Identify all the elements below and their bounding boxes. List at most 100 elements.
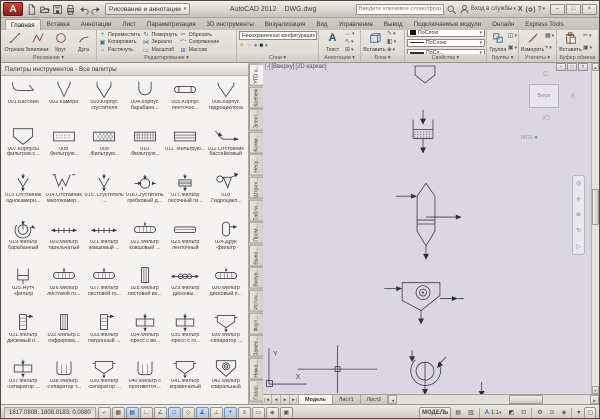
attribute-button[interactable]: ◈▾ [387,47,396,54]
model-space-button[interactable]: МОДЕЛЬ [419,407,451,419]
cut-button[interactable]: ✂▾ [583,33,592,40]
panel-layers-label[interactable]: Слои ▾ [237,54,318,62]
panel-annotation-label[interactable]: Аннотации ▾ [319,54,360,62]
ribbon-tab-3[interactable]: Аннотации [76,19,117,30]
copy-button[interactable]: ▣Копировать [99,39,140,47]
palette-item[interactable]: 030.Фильтр дисковый п... [206,263,247,310]
communication-center-button[interactable] [525,4,536,15]
palette-tab-8[interactable]: Пром... [249,222,263,244]
viewcube-north[interactable]: С [543,71,548,78]
close-button[interactable]: × [582,4,597,15]
ribbon-tab-2[interactable]: Вставка [42,19,75,30]
table-button[interactable]: ⊞▾ [345,47,355,54]
scale-button[interactable]: ▭Масштаб [142,46,177,54]
palette-tab-9[interactable]: Выно... [249,245,263,267]
palette-item[interactable]: 005.Корпус ленточно... [165,77,206,124]
block-edit-button[interactable]: ✎▾ [387,31,396,38]
tab-layout2[interactable]: Лист2 [361,395,389,404]
layout-nav-4[interactable]: ►| [290,395,299,404]
palette-item[interactable]: 031.Фильтр дисковый п... [3,310,44,357]
exchange-apps-button[interactable]: X [518,6,523,13]
palette-item[interactable]: 017.Фильтр песочный ги... [165,170,206,217]
dimension-button[interactable]: ↔▾ [345,31,355,38]
layout-nav-3[interactable]: ► [281,395,290,404]
group-edit-button[interactable]: ▣▾ [508,45,517,52]
search-input[interactable] [356,4,444,15]
ribbon-tab-7[interactable]: Визуализация [260,19,311,30]
quick-view-layouts-button[interactable]: ▥ [465,407,477,419]
chevron-down-icon[interactable]: ▾ [265,43,268,49]
selection-cycling-toggle[interactable]: ▣ [280,407,293,419]
palette-tab-1[interactable]: УГО о... [249,64,263,86]
ribbon-tab-8[interactable]: Вид [311,19,332,30]
scroll-right-arrow[interactable]: ► [590,395,599,404]
vertical-scrollbar[interactable]: ▲ ▼ [591,63,599,394]
ortho-toggle[interactable]: ∟ [140,407,153,419]
ribbon-tab-4[interactable]: Лист [118,19,141,30]
scroll-down-arrow[interactable]: ▼ [592,386,599,394]
viewport-view[interactable]: [Вверху] [271,64,294,70]
symbol-spiral-filter[interactable] [384,283,464,325]
palette-tab-6[interactable]: Штрих... [249,177,263,199]
viewcube-face[interactable]: Верх [529,84,559,108]
palette-item[interactable]: 004.Корпус барабанн... [125,77,166,124]
viewcube-south[interactable]: Ю [543,115,550,122]
palette-tab-5[interactable]: Несу... [249,154,263,176]
doc-minimize-button[interactable]: – [556,63,566,71]
model-space-button[interactable]: ▤ [452,407,464,419]
palette-tab-13[interactable]: Замес... [249,335,263,357]
qat-undo-button[interactable] [77,3,90,16]
text-button[interactable]: А Текст [321,31,344,54]
palette-tab-2[interactable]: Крепеж [249,87,263,109]
qat-new-button[interactable] [25,3,38,16]
palette-item[interactable]: 026.Фильтр листовой го... [44,263,85,310]
hardware-accel-button[interactable]: ◈ [559,407,570,419]
tpy-toggle[interactable]: ▭ [252,407,265,419]
otrack-toggle[interactable]: ∡ [196,407,209,419]
palette-item[interactable]: 006.Корпус гидроциклона [206,77,247,124]
symbol-drum-filter[interactable] [409,350,446,394]
help-button[interactable]: ? ▾ [538,6,545,13]
search-icon[interactable] [446,4,457,15]
rotate-button[interactable]: ↻Повернуть [142,31,177,39]
stretch-button[interactable]: ↔Растянуть [99,46,140,54]
snap-toggle[interactable]: ▦ [112,407,125,419]
quick-calc-button[interactable]: ▦▾ [545,33,554,40]
viewcube[interactable]: С Верх В Ю МСК ▾ [519,71,577,171]
leader-button[interactable]: ↖▾ [345,39,355,46]
layout-nav-2[interactable]: ◄ [272,395,281,404]
lock-ui-button[interactable]: ⊙ [547,407,558,419]
infer-constraints-toggle[interactable]: ⌐ [98,407,111,419]
ribbon-tab-11[interactable]: Подключаемые модули [409,19,486,30]
pan-button[interactable]: ✛ [576,196,581,203]
layer-lock-icon[interactable]: ● [254,43,258,49]
palette-item[interactable]: 023.Фильтр ленточный [165,217,206,264]
mirror-button[interactable]: ⋈Зеркало [142,39,177,47]
layer-freeze-icon[interactable]: ☀ [246,42,251,49]
ducs-toggle[interactable]: ⊥ [210,407,223,419]
viewport-visual-style[interactable]: [2D каркас] [295,64,326,70]
color-combo[interactable]: ПоСлою ▾ [407,30,485,37]
workspace-combo[interactable]: Рисование и аннотации ▾ [105,3,190,15]
palette-item[interactable]: 012.Отстойник бассейновый [206,124,247,171]
doc-restore-button[interactable]: □ [567,63,577,71]
layer-combo[interactable]: Несохраненная конфигурация сло... ▾ [239,31,317,40]
panel-block-label[interactable]: Блок ▾ [361,54,404,62]
palette-tab-4[interactable]: Комм... [249,132,263,154]
tab-layout1[interactable]: Лист1 [333,395,361,404]
palette-item[interactable]: 033.Фильтр патронный ... [84,310,125,357]
linetype-combo[interactable]: ПоСлою ▾ [407,39,485,47]
palette-item[interactable]: 040.Фильтр с противоточ... [125,356,166,403]
palette-item[interactable]: 014.Отстойник многокамер... [44,170,85,217]
palette-item[interactable]: 010 .Фильтрую... [125,124,166,171]
horizontal-scrollbar[interactable]: ◄ ► [388,395,599,404]
palette-item[interactable]: 015 .Сгуститель ... [84,170,125,217]
annotation-scale-button[interactable]: А 1:1▾ [482,407,505,419]
move-button[interactable]: +Переместить [99,31,140,39]
qat-save-button[interactable] [51,3,64,16]
palette-item[interactable]: 039.Фильтр -сепаратор ... [84,356,125,403]
id-point-button[interactable]: ⌖▾ [545,45,554,52]
arc-button[interactable]: Дуга [72,31,95,54]
annotation-visibility-button[interactable]: ◩ [506,407,518,419]
palette-tab-12[interactable]: Фкул... [249,313,263,335]
